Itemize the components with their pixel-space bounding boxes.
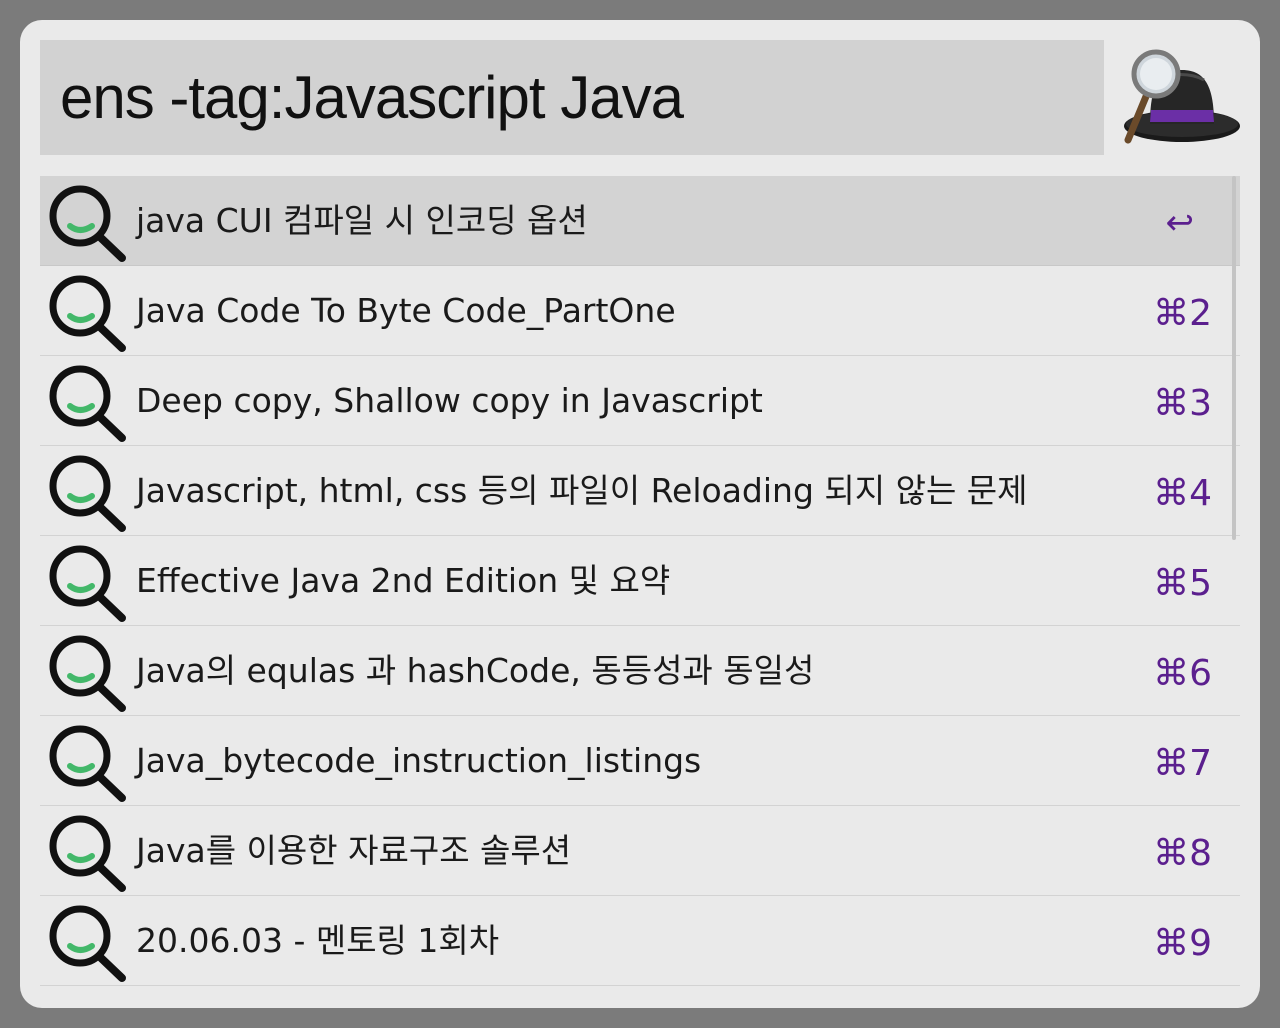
result-title: Java Code To Byte Code_PartOne <box>136 291 676 330</box>
result-row[interactable]: Effective Java 2nd Edition 및 요약 ⌘5 <box>40 536 1240 626</box>
result-row[interactable]: java CUI 컴파일 시 인코딩 옵션 ↩ <box>40 176 1240 266</box>
scrollbar[interactable] <box>1232 176 1236 540</box>
result-title: Java_bytecode_instruction_listings <box>136 741 702 780</box>
result-title: 20.06.03 - 멘토링 1회차 <box>136 921 500 960</box>
result-shortcut: ⌘8 <box>1153 833 1212 874</box>
result-shortcut: ⌘7 <box>1153 743 1212 784</box>
result-title: Java의 equlas 과 hashCode, 동등성과 동일성 <box>136 651 815 690</box>
search-magnifier-icon <box>49 455 126 532</box>
result-shortcut: ⌘4 <box>1153 473 1212 514</box>
result-title: java CUI 컴파일 시 인코딩 옵션 <box>136 201 588 240</box>
result-shortcut: ⌘6 <box>1153 653 1212 694</box>
result-title: Effective Java 2nd Edition 및 요약 <box>136 561 671 600</box>
result-title: Java를 이용한 자료구조 솔루션 <box>136 831 572 870</box>
result-row[interactable]: Java를 이용한 자료구조 솔루션 ⌘8 <box>40 806 1240 896</box>
result-shortcut: ⌘3 <box>1153 383 1212 424</box>
result-row[interactable]: Javascript, html, css 등의 파일이 Reloading 되… <box>40 446 1240 536</box>
result-row[interactable]: Java의 equlas 과 hashCode, 동등성과 동일성 ⌘6 <box>40 626 1240 716</box>
result-shortcut: ⌘2 <box>1153 293 1212 334</box>
search-magnifier-icon <box>49 365 126 442</box>
result-row[interactable]: Java Code To Byte Code_PartOne ⌘2 <box>40 266 1240 356</box>
result-shortcut: ⌘5 <box>1153 563 1212 604</box>
result-shortcut: ⌘9 <box>1153 923 1212 964</box>
search-magnifier-icon <box>49 275 126 352</box>
search-input[interactable]: ens -tag:Javascript Java <box>40 40 1104 155</box>
search-magnifier-icon <box>49 185 126 262</box>
result-title: Javascript, html, css 등의 파일이 Reloading 되… <box>136 471 1028 510</box>
result-row[interactable]: Deep copy, Shallow copy in Javascript ⌘3 <box>40 356 1240 446</box>
search-magnifier-icon <box>49 815 126 892</box>
result-shortcut: ↩ <box>1165 203 1195 243</box>
search-magnifier-icon <box>49 545 126 622</box>
alfred-window: ens -tag:Javascript Java java CUI 컴파일 시 … <box>20 20 1260 1008</box>
search-magnifier-icon <box>49 635 126 712</box>
results-list: java CUI 컴파일 시 인코딩 옵션 ↩ Java Code To Byte … <box>40 176 1240 986</box>
alfred-hat-icon <box>1124 49 1240 144</box>
search-magnifier-icon <box>49 725 126 802</box>
result-title: Deep copy, Shallow copy in Javascript <box>136 381 763 420</box>
search-magnifier-icon <box>49 905 126 982</box>
result-row[interactable]: 20.06.03 - 멘토링 1회차 ⌘9 <box>40 896 1240 986</box>
result-row[interactable]: Java_bytecode_instruction_listings ⌘7 <box>40 716 1240 806</box>
search-query[interactable]: ens -tag:Javascript Java <box>60 40 684 155</box>
